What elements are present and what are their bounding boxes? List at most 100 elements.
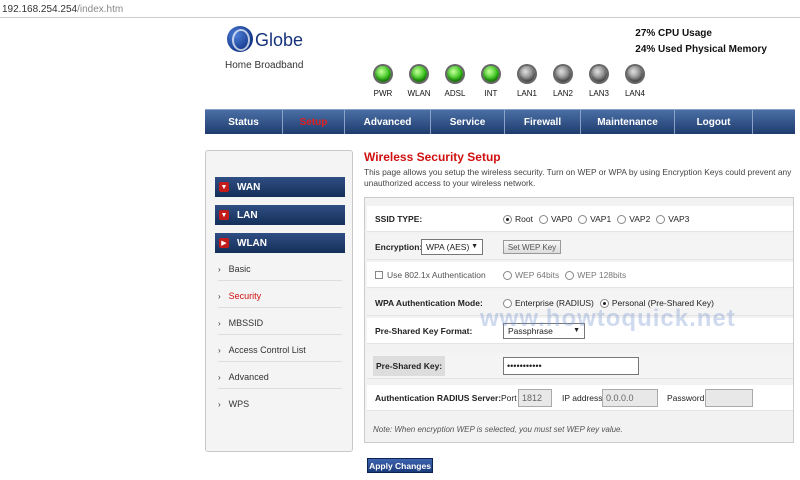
sidebar-item-basic[interactable]: › Basic — [218, 261, 342, 277]
led-pwr: PWR — [365, 66, 401, 98]
sidebar-group-label: LAN — [237, 209, 258, 221]
led-lan4: LAN4 — [617, 66, 653, 98]
encryption-select[interactable]: WPA (AES) ▼ — [421, 239, 483, 255]
nav-tab-status[interactable]: Status — [205, 110, 283, 134]
router-header: Globe Home Broadband 27% CPU Usage 24% U… — [205, 20, 795, 108]
radius-ip-input[interactable]: 0.0.0.0 — [602, 389, 658, 407]
radius-port-input[interactable]: 1812 — [518, 389, 552, 407]
apply-changes-button[interactable]: Apply Changes — [367, 458, 433, 473]
ssid-type-label: SSID TYPE: — [375, 214, 423, 224]
radius-password-input[interactable] — [705, 389, 753, 407]
page-title: Wireless Security Setup — [364, 150, 501, 164]
psk-format-label: Pre-Shared Key Format: — [375, 326, 473, 336]
ssid-radio-vap3[interactable]: VAP3 — [656, 214, 689, 224]
psk-label: Pre-Shared Key: — [373, 356, 446, 376]
set-wep-key-button[interactable]: Set WEP Key — [503, 240, 561, 254]
sidebar-group-lan[interactable]: ▼ LAN — [215, 205, 345, 225]
url-path: /index.htm — [77, 4, 124, 15]
ssid-radio-vap2[interactable]: VAP2 — [617, 214, 650, 224]
psk-row: Pre-Shared Key: ••••••••••• — [367, 353, 793, 379]
led-bulb-icon — [627, 66, 643, 82]
wep128-radio[interactable]: WEP 128bits — [565, 270, 626, 280]
psk-input[interactable]: ••••••••••• — [503, 357, 639, 375]
ssid-radio-label: VAP2 — [629, 214, 651, 224]
radio-icon — [617, 214, 627, 224]
encryption-row: Encryption: WPA (AES) ▼ Set WEP Key — [367, 234, 793, 260]
arrow-right-icon: › — [218, 345, 221, 355]
nav-tab-maintenance[interactable]: Maintenance — [581, 110, 675, 134]
encryption-label: Encryption: — [375, 242, 423, 252]
main-content: Wireless Security Setup This page allows… — [364, 150, 796, 189]
led-bulb-icon — [519, 66, 535, 82]
ssid-radio-root[interactable]: Root — [503, 214, 533, 224]
led-bulb-icon — [375, 66, 391, 82]
led-bulb-icon — [483, 66, 499, 82]
arrow-right-icon: › — [218, 264, 221, 274]
nav-tab-service[interactable]: Service — [431, 110, 505, 134]
auth-8021x-row: Use 802.1x Authentication WEP 64bits WEP… — [367, 262, 793, 288]
nav-tab-advanced[interactable]: Advanced — [345, 110, 431, 134]
brand-subtitle: Home Broadband — [225, 60, 304, 71]
led-bulb-icon — [411, 66, 427, 82]
led-wlan: WLAN — [401, 66, 437, 98]
ssid-type-row: SSID TYPE: Root VAP0 VAP1 VAP2 VAP3 — [367, 206, 793, 232]
use-8021x-checkbox[interactable]: Use 802.1x Authentication — [375, 262, 486, 288]
ssid-radio-vap0[interactable]: VAP0 — [538, 214, 572, 224]
sidebar-group-wan[interactable]: ▼ WAN — [215, 177, 345, 197]
wep64-radio[interactable]: WEP 64bits — [503, 270, 559, 280]
led-int: INT — [473, 66, 509, 98]
ssid-radio-label: VAP1 — [590, 214, 612, 224]
wep-note: Note: When encryption WEP is selected, y… — [373, 425, 623, 434]
wep64-label: WEP 64bits — [515, 270, 560, 280]
sidebar-item-wps[interactable]: › WPS — [218, 396, 342, 412]
nav-tab-setup[interactable]: Setup — [283, 110, 345, 134]
port-label: Port — [501, 393, 517, 403]
sidebar: ▼ WAN ▼ LAN ▶ WLAN › Basic › Security › … — [205, 150, 353, 452]
use-8021x-label: Use 802.1x Authentication — [387, 270, 486, 280]
led-label: INT — [484, 89, 498, 98]
wep128-label: WEP 128bits — [577, 270, 627, 280]
led-label: LAN2 — [552, 89, 573, 98]
nav-tab-firewall[interactable]: Firewall — [505, 110, 581, 134]
chevron-down-icon: ▼ — [219, 182, 229, 192]
led-label: LAN4 — [624, 89, 645, 98]
radio-icon — [656, 214, 666, 224]
system-stats: 27% CPU Usage 24% Used Physical Memory — [635, 26, 767, 58]
arrow-right-icon: › — [218, 318, 221, 328]
arrow-right-icon: › — [218, 399, 221, 409]
ssid-type-options: Root VAP0 VAP1 VAP2 VAP3 — [503, 214, 695, 224]
nav-tab-logout[interactable]: Logout — [675, 110, 753, 134]
page-description: This page allows you setup the wireless … — [364, 167, 792, 188]
cpu-usage: 27% CPU Usage — [635, 28, 712, 39]
checkbox-icon — [375, 271, 383, 279]
led-label: ADSL — [444, 89, 466, 98]
radio-checked-icon — [503, 214, 512, 224]
watermark-text: www.howtoquick.net — [480, 305, 736, 332]
url-host: 192.168.254.254 — [2, 4, 78, 15]
encryption-value: WPA (AES) — [426, 242, 470, 252]
ssid-radio-label: VAP3 — [668, 214, 690, 224]
sidebar-item-label: Basic — [228, 264, 251, 274]
globe-logo-icon — [227, 26, 253, 52]
chevron-down-icon: ▼ — [219, 210, 229, 220]
sidebar-item-access-control-list[interactable]: › Access Control List — [218, 342, 342, 358]
radio-icon — [503, 270, 512, 280]
address-bar[interactable]: 192.168.254.254/index.htm — [0, 0, 800, 18]
sidebar-item-label: Advanced — [228, 372, 269, 382]
led-label: PWR — [373, 89, 393, 98]
chevron-right-icon: ▶ — [219, 238, 229, 248]
sidebar-item-mbssid[interactable]: › MBSSID — [218, 315, 342, 331]
sidebar-group-label: WLAN — [237, 237, 267, 249]
wep-bit-options: WEP 64bits WEP 128bits — [503, 270, 632, 280]
sidebar-group-label: WAN — [237, 181, 261, 193]
led-label: LAN1 — [516, 89, 537, 98]
ssid-radio-vap1[interactable]: VAP1 — [578, 214, 611, 224]
led-adsl: ADSL — [437, 66, 473, 98]
sidebar-item-advanced[interactable]: › Advanced — [218, 369, 342, 385]
sidebar-item-label: WPS — [228, 399, 250, 409]
led-lan1: LAN1 — [509, 66, 545, 98]
sidebar-group-wlan[interactable]: ▶ WLAN — [215, 233, 345, 253]
ip-address-label: IP address — [562, 393, 603, 403]
radius-server-label: Authentication RADIUS Server: — [375, 393, 502, 403]
sidebar-item-security[interactable]: › Security — [218, 288, 342, 304]
